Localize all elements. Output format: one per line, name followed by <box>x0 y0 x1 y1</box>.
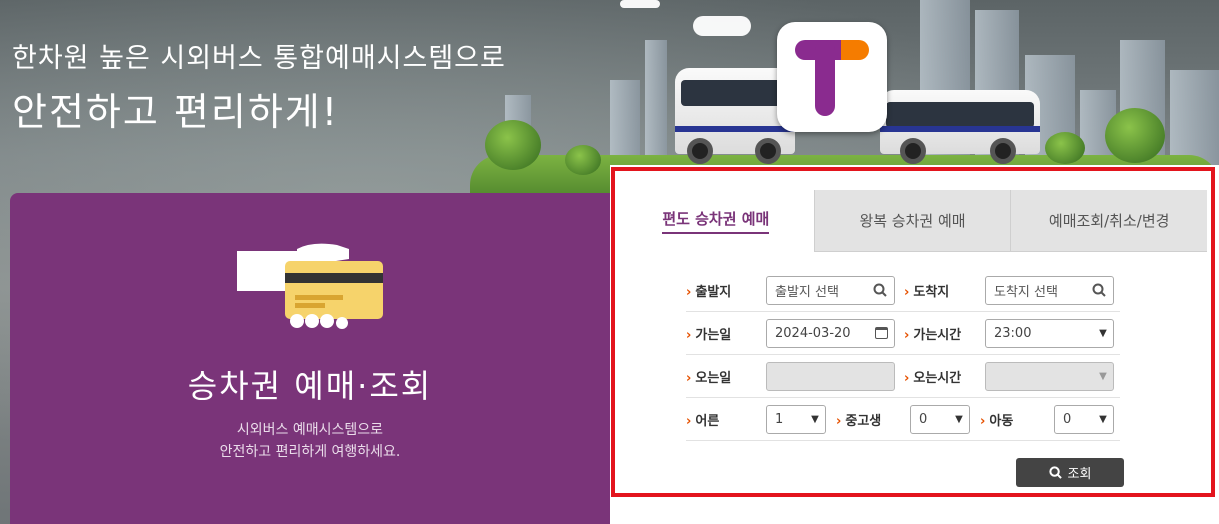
chevron-down-icon: ▼ <box>1099 371 1107 382</box>
student-count-value: 0 <box>919 412 928 427</box>
arrival-select[interactable]: 도착지 선택 <box>985 276 1114 305</box>
child-label: › 아동 <box>980 413 1014 429</box>
form-row-route: › 출발지 출발지 선택 › 도착지 도착지 선택 <box>686 269 1120 312</box>
tree <box>1105 108 1165 163</box>
chevron-right-icon: › <box>980 413 986 429</box>
departure-label: › 출발지 <box>686 284 732 300</box>
calendar-icon[interactable] <box>875 327 888 339</box>
return-date-label: › 오는일 <box>686 370 732 386</box>
child-count-select[interactable]: 0 ▼ <box>1054 405 1114 434</box>
search-button-label: 조회 <box>1067 467 1092 482</box>
adult-label: › 어른 <box>686 413 720 429</box>
chevron-right-icon: › <box>686 284 692 300</box>
form-row-passengers: › 어른 1 ▼ › 중고생 0 ▼ › 아동 0 ▼ <box>686 398 1120 441</box>
adult-count-value: 1 <box>775 412 784 427</box>
ticket-info-card: 승차권 예매·조회 시외버스 예매시스템으로 안전하고 편리하게 여행하세요. <box>10 193 620 524</box>
chevron-down-icon: ▼ <box>1099 328 1107 339</box>
chevron-right-icon: › <box>904 284 910 300</box>
go-time-value: 23:00 <box>994 326 1032 341</box>
card-title: 승차권 예매·조회 <box>187 367 433 405</box>
bus-image <box>880 90 1040 164</box>
form-row-return: › 오는일 › 오는시간 ▼ <box>686 355 1120 398</box>
chevron-right-icon: › <box>686 413 692 429</box>
return-date-input <box>766 362 895 391</box>
adult-count-select[interactable]: 1 ▼ <box>766 405 826 434</box>
chevron-down-icon: ▼ <box>1099 414 1107 425</box>
tab-roundtrip-label: 왕복 승차권 예매 <box>859 212 966 230</box>
booking-tabs: 편도 승차권 예매 왕복 승차권 예매 예매조회/취소/변경 <box>618 190 1208 252</box>
tmoney-t-logo <box>777 22 887 132</box>
form-row-go: › 가는일 2024-03-20 › 가는시간 23:00 ▼ <box>686 312 1120 355</box>
arrival-placeholder: 도착지 선택 <box>994 285 1058 300</box>
return-time-label: › 오는시간 <box>904 370 962 386</box>
chevron-right-icon: › <box>904 370 910 386</box>
chevron-right-icon: › <box>686 327 692 343</box>
go-date-label: › 가는일 <box>686 327 732 343</box>
search-icon <box>873 283 887 297</box>
chevron-right-icon: › <box>904 327 910 343</box>
go-time-label: › 가는시간 <box>904 327 962 343</box>
tree <box>1045 132 1085 164</box>
chevron-right-icon: › <box>836 413 842 429</box>
go-date-value: 2024-03-20 <box>775 326 851 341</box>
booking-panel: 편도 승차권 예매 왕복 승차권 예매 예매조회/취소/변경 › 출발지 출발지 … <box>610 165 1219 524</box>
tree <box>565 145 601 175</box>
chevron-down-icon: ▼ <box>955 414 963 425</box>
card-desc-line1: 시외버스 예매시스템으로 <box>236 422 384 438</box>
chevron-down-icon: ▼ <box>811 414 819 425</box>
hero-line2: 안전하고 편리하게! <box>12 90 339 134</box>
arrival-label: › 도착지 <box>904 284 950 300</box>
go-time-select[interactable]: 23:00 ▼ <box>985 319 1114 348</box>
cloud <box>693 16 751 36</box>
child-count-value: 0 <box>1063 412 1072 427</box>
tab-lookup-cancel[interactable]: 예매조회/취소/변경 <box>1010 190 1208 252</box>
chevron-right-icon: › <box>686 370 692 386</box>
go-date-input[interactable]: 2024-03-20 <box>766 319 895 348</box>
hero-headline: 한차원 높은 시외버스 통합예매시스템으로 안전하고 편리하게! <box>12 36 506 136</box>
building <box>645 40 667 160</box>
search-icon <box>1048 466 1062 479</box>
card-in-hand-icon <box>237 243 383 329</box>
booking-form: › 출발지 출발지 선택 › 도착지 도착지 선택 › 가는일 2024-03-20 … <box>686 269 1120 441</box>
hero-line1: 한차원 높은 시외버스 통합예매시스템으로 <box>12 43 506 74</box>
card-description: 시외버스 예매시스템으로 안전하고 편리하게 여행하세요. <box>10 419 610 463</box>
student-label: › 중고생 <box>836 413 882 429</box>
return-time-select: ▼ <box>985 362 1114 391</box>
search-button[interactable]: 조회 <box>1016 458 1124 487</box>
student-count-select[interactable]: 0 ▼ <box>910 405 970 434</box>
departure-select[interactable]: 출발지 선택 <box>766 276 895 305</box>
departure-placeholder: 출발지 선택 <box>775 285 839 300</box>
tab-oneway[interactable]: 편도 승차권 예매 <box>618 190 814 252</box>
tab-lookup-label: 예매조회/취소/변경 <box>1048 212 1170 230</box>
cloud <box>620 0 660 8</box>
tab-oneway-label: 편도 승차권 예매 <box>662 208 770 234</box>
search-icon <box>1092 283 1106 297</box>
card-desc-line2: 안전하고 편리하게 여행하세요. <box>219 444 401 460</box>
tab-roundtrip[interactable]: 왕복 승차권 예매 <box>813 190 1011 252</box>
